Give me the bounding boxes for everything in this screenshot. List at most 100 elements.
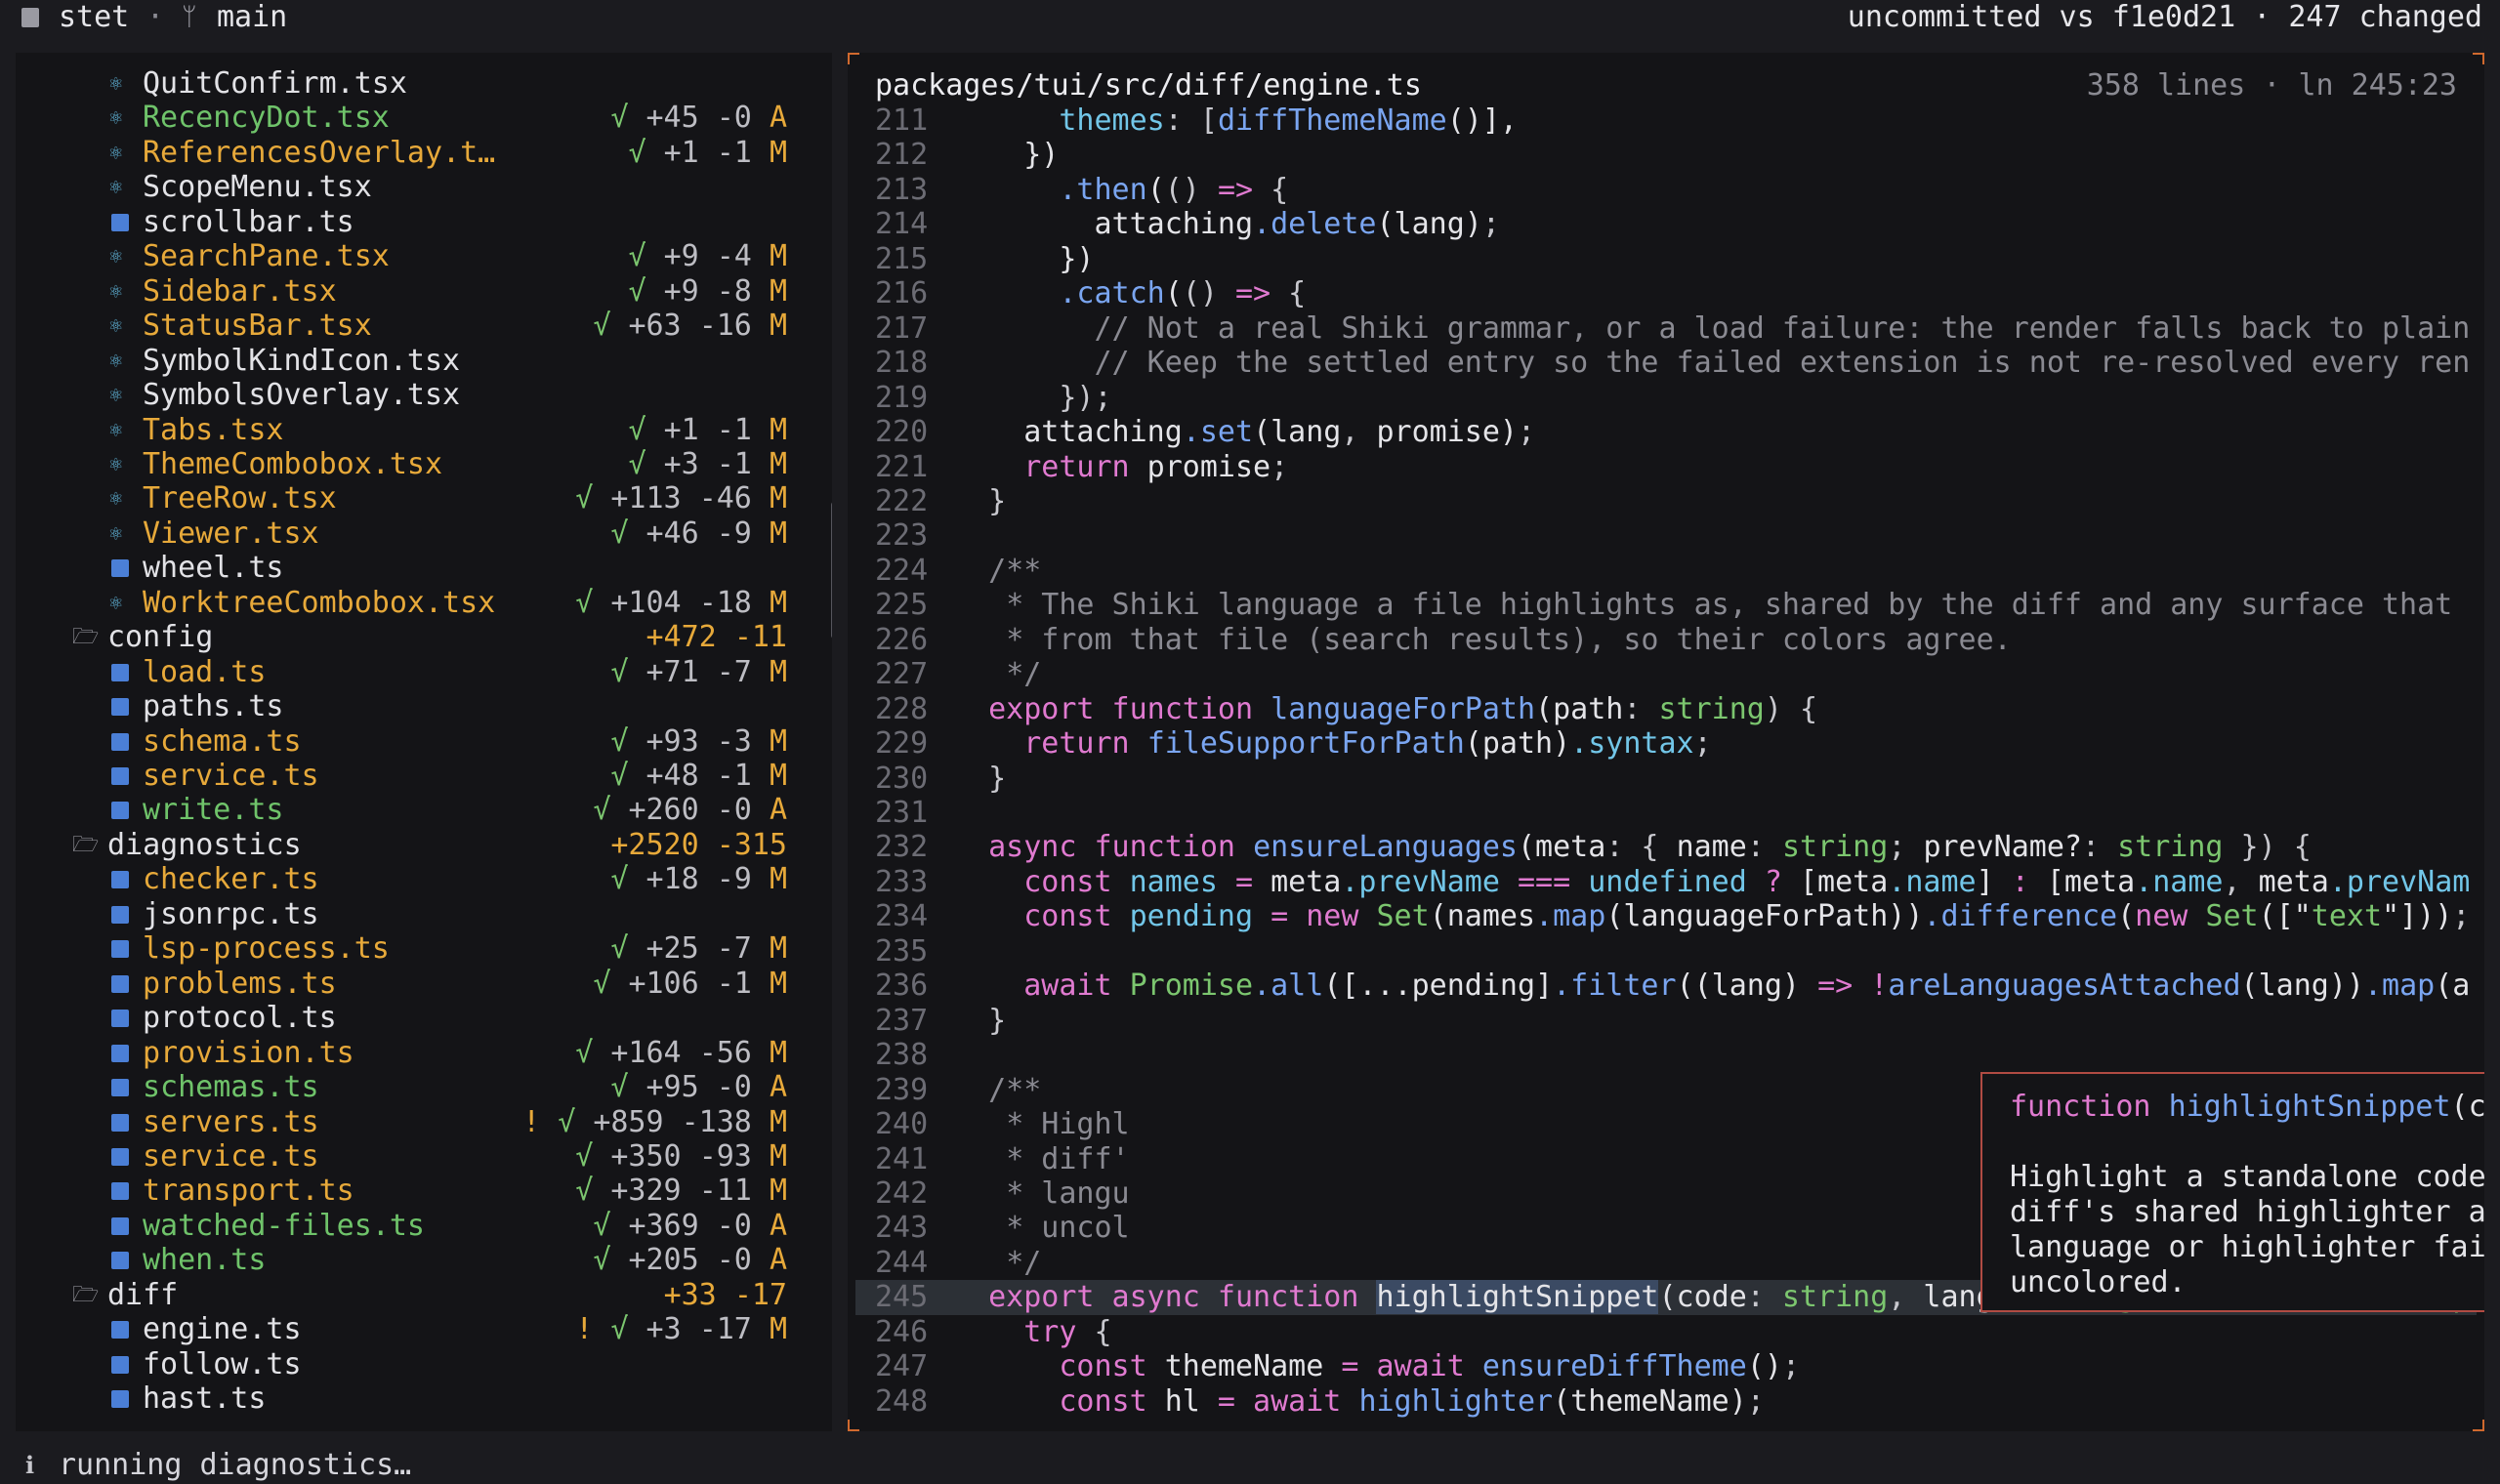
code-line[interactable]: const pending = new Set(names.map(langua… [953, 899, 2470, 934]
code-line[interactable]: .then(() => { [953, 173, 1288, 208]
tree-file[interactable]: ⚛ Viewer.tsx √ +46 -9 M [16, 516, 832, 552]
tree-file[interactable]: provision.ts √ +164 -56 M [16, 1036, 832, 1071]
code-token: (a [2435, 969, 2471, 1003]
tree-file[interactable]: ⚛ WorktreeCombobox.tsx √ +104 -18 M [16, 586, 832, 621]
removed-count: -1 [716, 967, 752, 1001]
tree-file[interactable]: engine.ts! √ +3 -17 M [16, 1312, 832, 1347]
code-token: highlightSnippet [1376, 1280, 1659, 1314]
code-line[interactable]: const themeName = await ensureDiffTheme(… [953, 1349, 1800, 1384]
code-line[interactable]: return promise; [953, 450, 1288, 485]
tree-file[interactable]: paths.ts [16, 689, 832, 724]
code-line[interactable]: // Keep the settled entry so the failed … [953, 346, 2471, 381]
check-mark: √ [628, 136, 646, 170]
tree-file[interactable]: hast.ts [16, 1381, 832, 1417]
tree-file[interactable]: service.ts √ +48 -1 M [16, 759, 832, 794]
tree-file[interactable]: when.ts √ +205 -0 A [16, 1243, 832, 1278]
code-line[interactable]: const hl = await highlighter(themeName); [953, 1384, 1765, 1420]
code-line[interactable]: return fileSupportForPath(path).syntax; [953, 726, 1711, 762]
tree-file[interactable]: ⚛ SearchPane.tsx √ +9 -4 M [16, 239, 832, 274]
code-token: === [1499, 865, 1589, 899]
editor-pane[interactable]: packages/tui/src/diff/engine.ts 358 line… [848, 53, 2484, 1431]
code-line[interactable]: // Not a real Shiki grammar, or a load f… [953, 311, 2471, 347]
tree-folder[interactable]: 🗁 config +472 -11 [16, 620, 832, 655]
tree-file[interactable]: ⚛ RecencyDot.tsx √ +45 -0 A [16, 101, 832, 136]
branch-name[interactable]: main [217, 0, 287, 35]
code-line[interactable]: }); [953, 381, 1111, 416]
line-number: 243 [875, 1211, 929, 1245]
added-count: +46 [646, 516, 699, 551]
line-number: 230 [875, 762, 929, 796]
line-number: 229 [875, 726, 929, 761]
tree-file[interactable]: watched-files.ts √ +369 -0 A [16, 1209, 832, 1244]
line-number: 217 [875, 311, 929, 346]
code-line[interactable]: * Highl [953, 1107, 1129, 1142]
tree-file[interactable]: problems.ts √ +106 -1 M [16, 967, 832, 1002]
tree-file[interactable]: follow.ts [16, 1347, 832, 1382]
tree-file[interactable]: schema.ts √ +93 -3 M [16, 724, 832, 760]
tree-file[interactable]: ⚛ ReferencesOverlay.t… √ +1 -1 M [16, 136, 832, 171]
code-line[interactable]: */ [953, 1246, 1041, 1281]
code-token: return [1023, 726, 1147, 761]
hover-doc-line: diff's shared highlighter and active the… [2010, 1195, 2484, 1229]
code-line[interactable]: .catch(() => { [953, 276, 1306, 311]
tree-file[interactable]: write.ts √ +260 -0 A [16, 793, 832, 828]
tree-file[interactable]: ⚛ Tabs.tsx √ +1 -1 M [16, 413, 832, 448]
line-number: 211 [875, 103, 929, 138]
tree-file[interactable]: checker.ts √ +18 -9 M [16, 862, 832, 897]
code-line[interactable]: async function ensureLanguages(meta: { n… [953, 830, 2312, 865]
code-line[interactable]: * diff' [953, 1142, 1129, 1177]
code-line[interactable]: * langu [953, 1176, 1129, 1212]
code-line[interactable]: * uncol [953, 1211, 1129, 1246]
code-line[interactable]: /** [953, 1073, 1041, 1108]
code-token: areLanguagesAttached [1888, 969, 2241, 1003]
code-line[interactable]: } [953, 762, 1006, 797]
tree-file[interactable]: service.ts √ +350 -93 M [16, 1139, 832, 1175]
tree-file[interactable]: ⚛ Sidebar.tsx √ +9 -8 M [16, 274, 832, 309]
tree-file[interactable]: ⚛ ScopeMenu.tsx [16, 170, 832, 205]
tree-file[interactable]: transport.ts √ +329 -11 M [16, 1174, 832, 1209]
tree-file[interactable]: servers.ts! √ +859 -138 M [16, 1105, 832, 1140]
code-line[interactable]: */ [953, 657, 1041, 692]
code-line[interactable]: } [953, 484, 1006, 519]
tree-file[interactable]: ⚛ SymbolsOverlay.tsx [16, 378, 832, 413]
code-line[interactable]: export function languageForPath(path: st… [953, 692, 1817, 727]
code-line[interactable]: themes: [diffThemeName()], [953, 103, 1518, 139]
tree-file[interactable]: scrollbar.ts [16, 205, 832, 240]
tree-file[interactable]: jsonrpc.ts [16, 897, 832, 932]
tree-file[interactable]: schemas.ts √ +95 -0 A [16, 1070, 832, 1105]
code-line[interactable]: const names = meta.prevName === undefine… [953, 865, 2470, 900]
code-token: promise) [1376, 415, 1519, 449]
code-line[interactable]: } [953, 1004, 1006, 1039]
tree-file[interactable]: ⚛ StatusBar.tsx √ +63 -16 M [16, 309, 832, 344]
tree-file[interactable]: load.ts √ +71 -7 M [16, 655, 832, 690]
code-line[interactable]: try { [953, 1315, 1111, 1350]
tree-file[interactable]: lsp-process.ts √ +25 -7 M [16, 931, 832, 967]
file-tree[interactable]: ⚛ QuitConfirm.tsx ⚛ RecencyDot.tsx √ +45 -0 … [16, 53, 832, 1431]
tree-item-name: SymbolKindIcon.tsx [143, 344, 461, 378]
tree-item-name: engine.ts [143, 1312, 302, 1346]
tree-file[interactable]: ⚛ ThemeCombobox.tsx √ +3 -1 M [16, 447, 832, 482]
tree-file[interactable]: ⚛ TreeRow.tsx √ +113 -46 M [16, 481, 832, 516]
code-line[interactable]: await Promise.all([...pending].filter((l… [953, 969, 2470, 1004]
tree-file[interactable]: protocol.ts [16, 1001, 832, 1036]
code-line[interactable]: attaching.set(lang, promise); [953, 415, 1535, 450]
code-line[interactable]: /** [953, 554, 1041, 589]
code-line[interactable]: }) [953, 138, 1059, 173]
code-line[interactable]: }) [953, 242, 1094, 277]
tree-file[interactable]: ⚛ QuitConfirm.tsx [16, 66, 832, 102]
code-line[interactable]: * from that file (search results), so th… [953, 623, 2012, 658]
change-stats: √ +329 -11 M [575, 1174, 787, 1209]
code-token: : [2082, 830, 2118, 864]
code-line[interactable]: * The Shiki language a file highlights a… [953, 588, 2452, 623]
tree-folder[interactable]: 🗁 diff +33 -17 [16, 1278, 832, 1313]
tree-scrollbar[interactable] [831, 502, 832, 639]
tree-file[interactable]: ⚛ SymbolKindIcon.tsx [16, 344, 832, 379]
code-token: .all [1253, 969, 1324, 1003]
code-line[interactable]: attaching.delete(lang); [953, 207, 1500, 242]
tree-folder[interactable]: 🗁 diagnostics +2520 -315 [16, 828, 832, 863]
tree-file[interactable]: wheel.ts [16, 551, 832, 586]
